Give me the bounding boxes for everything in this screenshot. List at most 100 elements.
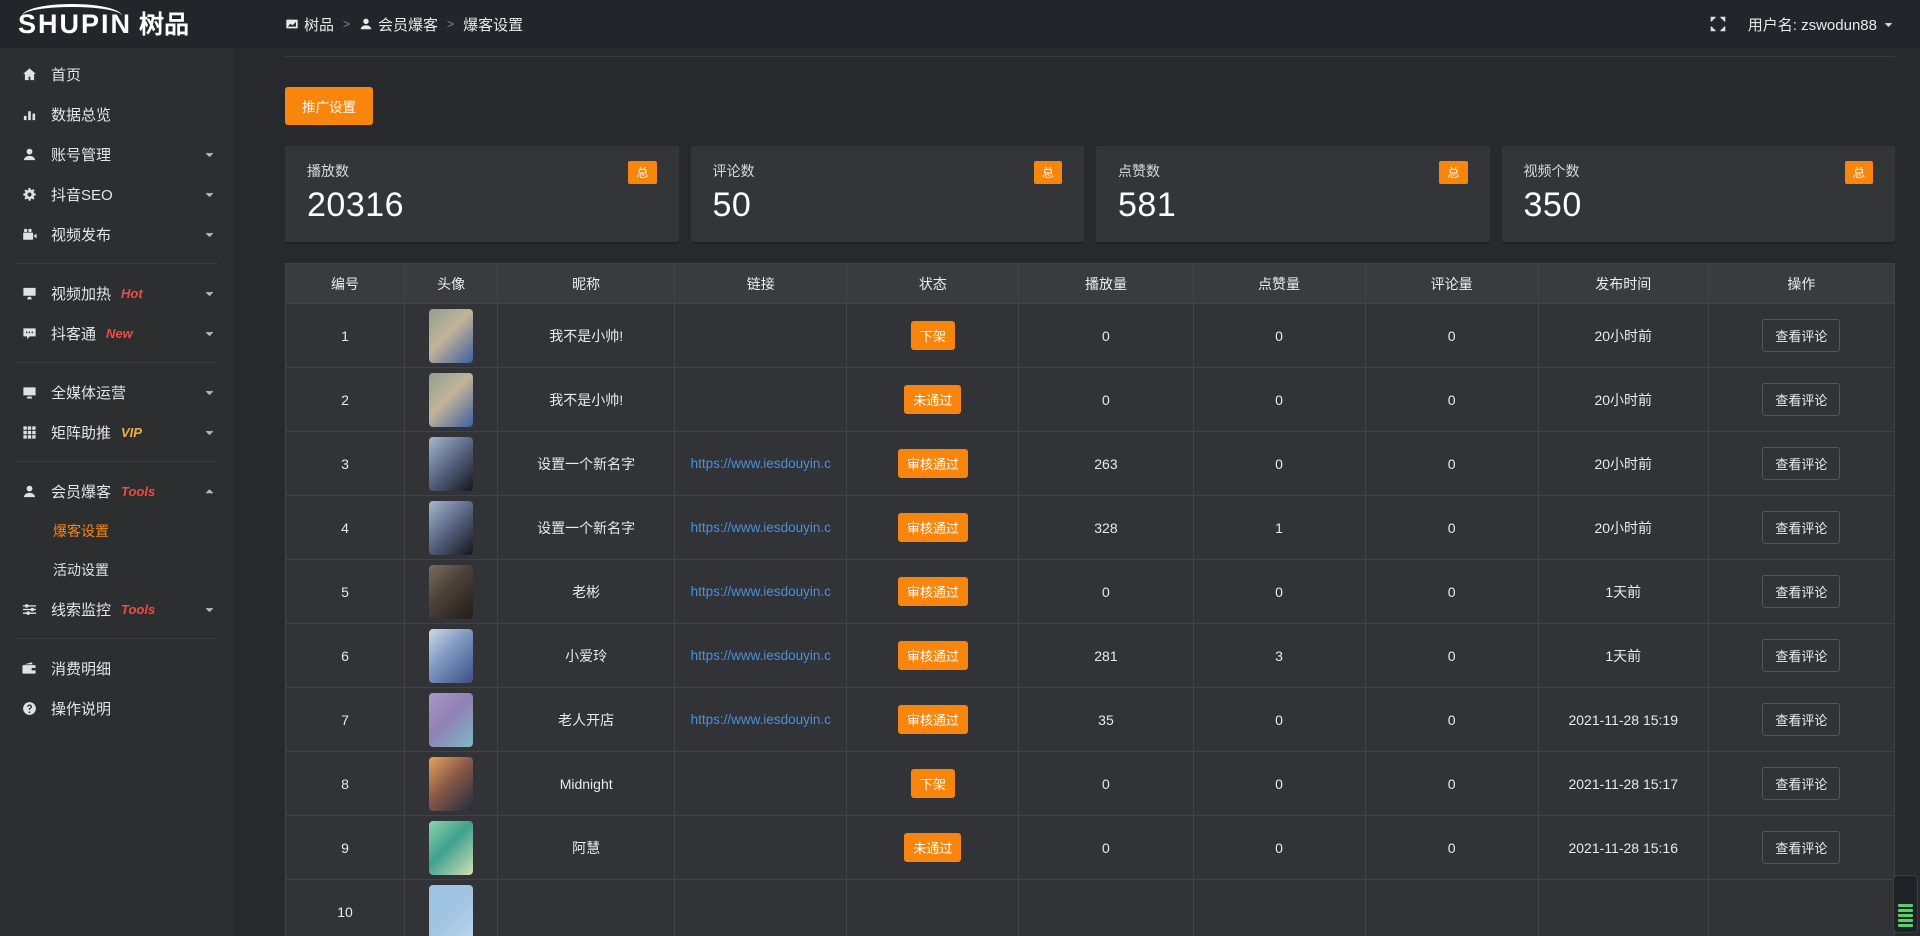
sidebar-item-douketong[interactable]: 抖客通 New (0, 313, 233, 353)
view-comments-button[interactable]: 查看评论 (1762, 767, 1840, 800)
sidebar-item-member-baoke[interactable]: 会员爆客 Tools (0, 471, 233, 511)
chevron-down-icon (1883, 19, 1894, 30)
user-icon (22, 484, 38, 499)
sidebar-item-video-publish[interactable]: 视频发布 (0, 214, 233, 254)
fullscreen-icon[interactable] (1710, 16, 1726, 32)
sidebar-item-video-heating[interactable]: 视频加热 Hot (0, 273, 233, 313)
status-button[interactable]: 审核通过 (898, 513, 968, 542)
view-comments-button[interactable]: 查看评论 (1762, 703, 1840, 736)
cell-no: 4 (286, 496, 405, 560)
view-comments-button[interactable]: 查看评论 (1762, 575, 1840, 608)
monitor-play-icon (22, 286, 38, 301)
sidebar-subitem-activity-settings[interactable]: 活动设置 (0, 550, 233, 589)
cell-action: 查看评论 (1708, 368, 1894, 432)
cell-no: 2 (286, 368, 405, 432)
cell-comments: 0 (1365, 432, 1538, 496)
status-button[interactable]: 下架 (911, 321, 955, 350)
cell-plays: 35 (1019, 688, 1193, 752)
status-button[interactable]: 审核通过 (898, 577, 968, 606)
cell-nickname: 小爱玲 (498, 624, 675, 688)
view-comments-button[interactable]: 查看评论 (1762, 319, 1840, 352)
chevron-down-icon (204, 189, 215, 200)
cell-link (675, 304, 847, 368)
cell-publish-time: 1天前 (1538, 560, 1708, 624)
sidebar-menu: 首页 数据总览 账号管理 抖音SEO 视频发布 视频加热 Hot 抖客通 New… (0, 54, 233, 728)
cell-no: 1 (286, 304, 405, 368)
status-button[interactable]: 审核通过 (898, 641, 968, 670)
breadcrumb-item-member-baoke[interactable]: 会员爆客 (359, 14, 438, 35)
sidebar-subitem-baoke-settings[interactable]: 爆客设置 (0, 511, 233, 550)
column-header: 昵称 (498, 264, 675, 304)
sidebar-item-all-media-operation[interactable]: 全媒体运营 (0, 372, 233, 412)
profile-link[interactable]: https://www.iesdouyin.c (675, 456, 846, 471)
sidebar-item-label: 视频加热 (51, 283, 111, 304)
cell-nickname: 我不是小帅! (498, 304, 675, 368)
view-comments-button[interactable]: 查看评论 (1762, 831, 1840, 864)
stat-card: 视频个数 总 350 (1502, 146, 1896, 242)
gear-icon (22, 187, 38, 202)
sidebar-item-label: 矩阵助推 (51, 422, 111, 443)
promotion-settings-button[interactable]: 推广设置 (285, 87, 373, 125)
sidebar-item-label: 账号管理 (51, 144, 111, 165)
cell-no: 8 (286, 752, 405, 816)
avatar (429, 565, 473, 619)
profile-link[interactable]: https://www.iesdouyin.c (675, 712, 846, 727)
cell-avatar (405, 688, 498, 752)
cell-no: 3 (286, 432, 405, 496)
status-button[interactable]: 未通过 (904, 833, 961, 862)
cell-status: 审核通过 (847, 432, 1019, 496)
sidebar-item-label: 消费明细 (51, 658, 111, 679)
view-comments-button[interactable]: 查看评论 (1762, 639, 1840, 672)
cell-plays: 0 (1019, 368, 1193, 432)
sidebar-badge: Tools (121, 484, 155, 499)
cell-plays: 263 (1019, 432, 1193, 496)
cell-comments: 0 (1365, 752, 1538, 816)
avatar (429, 757, 473, 811)
cell-plays: 0 (1019, 304, 1193, 368)
cell-likes: 0 (1193, 816, 1365, 880)
topbar-right: 用户名: zswodun88 (1710, 14, 1920, 35)
cell-nickname (498, 880, 675, 936)
sidebar-item-data-overview[interactable]: 数据总览 (0, 94, 233, 134)
sidebar-item-operation-guide[interactable]: 操作说明 (0, 688, 233, 728)
status-button[interactable]: 未通过 (904, 385, 961, 414)
chevron-down-icon (204, 149, 215, 160)
cell-comments: 0 (1365, 688, 1538, 752)
profile-link[interactable]: https://www.iesdouyin.c (675, 584, 846, 599)
total-badge: 总 (1439, 161, 1467, 184)
sidebar-item-home[interactable]: 首页 (0, 54, 233, 94)
breadcrumb-item-baoke-settings[interactable]: 爆客设置 (463, 14, 523, 35)
sidebar-item-consumption-details[interactable]: 消费明细 (0, 648, 233, 688)
chevron-down-icon (204, 427, 215, 438)
view-comments-button[interactable]: 查看评论 (1762, 447, 1840, 480)
cell-nickname: 设置一个新名字 (498, 432, 675, 496)
view-comments-button[interactable]: 查看评论 (1762, 383, 1840, 416)
status-button[interactable]: 下架 (911, 769, 955, 798)
sidebar-item-clue-monitoring[interactable]: 线索监控 Tools (0, 589, 233, 629)
cell-plays: 328 (1019, 496, 1193, 560)
sidebar-badge: New (106, 326, 133, 341)
sidebar-item-matrix-boost[interactable]: 矩阵助推 VIP (0, 412, 233, 452)
breadcrumb-item-shupin[interactable]: 树品 (285, 14, 334, 35)
user-icon (22, 147, 38, 162)
view-comments-button[interactable]: 查看评论 (1762, 511, 1840, 544)
table-row: 6 小爱玲 https://www.iesdouyin.c 审核通过 281 3… (286, 624, 1895, 688)
cell-likes: 0 (1193, 688, 1365, 752)
table-row: 1 我不是小帅! 下架 0 0 0 20小时前 查看评论 (286, 304, 1895, 368)
user-small-icon (359, 17, 373, 31)
user-menu[interactable]: 用户名: zswodun88 (1748, 14, 1894, 35)
floating-widget[interactable] (1893, 875, 1918, 933)
cell-plays: 281 (1019, 624, 1193, 688)
status-button[interactable]: 审核通过 (898, 705, 968, 734)
profile-link[interactable]: https://www.iesdouyin.c (675, 648, 846, 663)
sidebar-item-douyin-seo[interactable]: 抖音SEO (0, 174, 233, 214)
sidebar-divider (16, 263, 217, 264)
profile-link[interactable]: https://www.iesdouyin.c (675, 520, 846, 535)
chevron-down-icon (204, 387, 215, 398)
avatar (429, 309, 473, 363)
sidebar-item-account-management[interactable]: 账号管理 (0, 134, 233, 174)
status-button[interactable]: 审核通过 (898, 449, 968, 478)
stat-card-label: 视频个数 (1524, 161, 1580, 181)
column-header: 发布时间 (1538, 264, 1708, 304)
table-body: 1 我不是小帅! 下架 0 0 0 20小时前 查看评论 2 我不是小帅! 未通… (286, 304, 1895, 936)
